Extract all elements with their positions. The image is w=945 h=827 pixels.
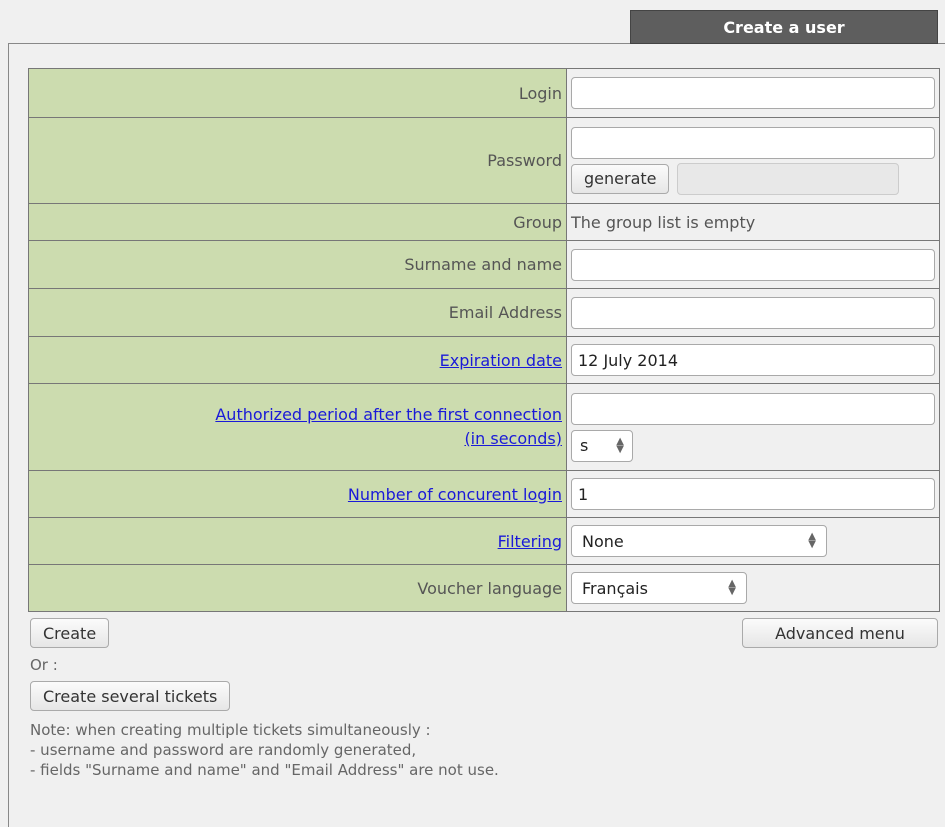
row-period: Authorized period after the first connec… bbox=[28, 383, 940, 471]
surname-label: Surname and name bbox=[28, 240, 567, 289]
surname-input[interactable] bbox=[571, 248, 935, 281]
password-input[interactable] bbox=[571, 126, 935, 159]
group-empty-text: The group list is empty bbox=[566, 203, 940, 241]
advanced-menu-button[interactable]: Advanced menu bbox=[742, 618, 938, 648]
expiration-date-input[interactable] bbox=[571, 344, 935, 376]
group-label: Group bbox=[28, 203, 567, 241]
tab-create-user[interactable]: Create a user bbox=[630, 10, 938, 44]
user-form: Login Password generate Group The group … bbox=[28, 68, 940, 612]
period-unit-select[interactable]: s ▲ ▼ bbox=[571, 429, 633, 462]
authorized-period-input[interactable] bbox=[571, 392, 935, 425]
row-group: Group The group list is empty bbox=[28, 203, 940, 241]
note-line1: Note: when creating multiple tickets sim… bbox=[30, 721, 431, 739]
authorized-period-label-line1: Authorized period after the first connec… bbox=[215, 405, 562, 424]
filtering-link[interactable]: Filtering bbox=[498, 532, 562, 551]
row-expiration: Expiration date bbox=[28, 336, 940, 384]
period-unit-value: s bbox=[580, 436, 589, 455]
row-concurrent: Number of concurent login bbox=[28, 470, 940, 518]
voucher-language-select[interactable]: Français ▲ ▼ bbox=[571, 572, 747, 604]
email-label: Email Address bbox=[28, 288, 567, 337]
row-email: Email Address bbox=[28, 288, 940, 337]
row-voucher: Voucher language Français ▲ ▼ bbox=[28, 564, 940, 612]
voucher-language-value: Français bbox=[582, 578, 648, 598]
login-label: Login bbox=[28, 68, 567, 118]
filtering-value: None bbox=[582, 531, 624, 551]
filtering-select[interactable]: None ▲ ▼ bbox=[571, 525, 827, 557]
concurrent-login-link[interactable]: Number of concurent login bbox=[348, 485, 562, 504]
note-line2: - username and password are randomly gen… bbox=[30, 741, 417, 759]
generated-password-display bbox=[677, 162, 900, 195]
select-arrows-icon: ▲ ▼ bbox=[808, 531, 816, 550]
select-arrows-icon: ▲ ▼ bbox=[728, 578, 736, 597]
select-arrows-icon: ▲ ▼ bbox=[616, 435, 624, 455]
login-input[interactable] bbox=[571, 77, 935, 109]
row-surname: Surname and name bbox=[28, 240, 940, 289]
row-password: Password generate bbox=[28, 117, 940, 204]
concurrent-login-input[interactable] bbox=[571, 478, 935, 510]
expiration-date-link[interactable]: Expiration date bbox=[440, 351, 562, 370]
generate-password-button[interactable]: generate bbox=[571, 163, 670, 194]
row-login: Login bbox=[28, 68, 940, 118]
note-line3: - fields "Surname and name" and "Email A… bbox=[30, 761, 499, 779]
authorized-period-label-line2: (in seconds) bbox=[464, 429, 562, 448]
email-input[interactable] bbox=[571, 296, 935, 329]
or-label: Or : bbox=[30, 656, 58, 674]
password-label: Password bbox=[28, 117, 567, 204]
voucher-language-label: Voucher language bbox=[28, 564, 567, 612]
create-button[interactable]: Create bbox=[30, 618, 110, 648]
authorized-period-link[interactable]: Authorized period after the first connec… bbox=[215, 405, 562, 448]
row-filtering: Filtering None ▲ ▼ bbox=[28, 517, 940, 565]
create-several-tickets-button[interactable]: Create several tickets bbox=[30, 681, 231, 711]
